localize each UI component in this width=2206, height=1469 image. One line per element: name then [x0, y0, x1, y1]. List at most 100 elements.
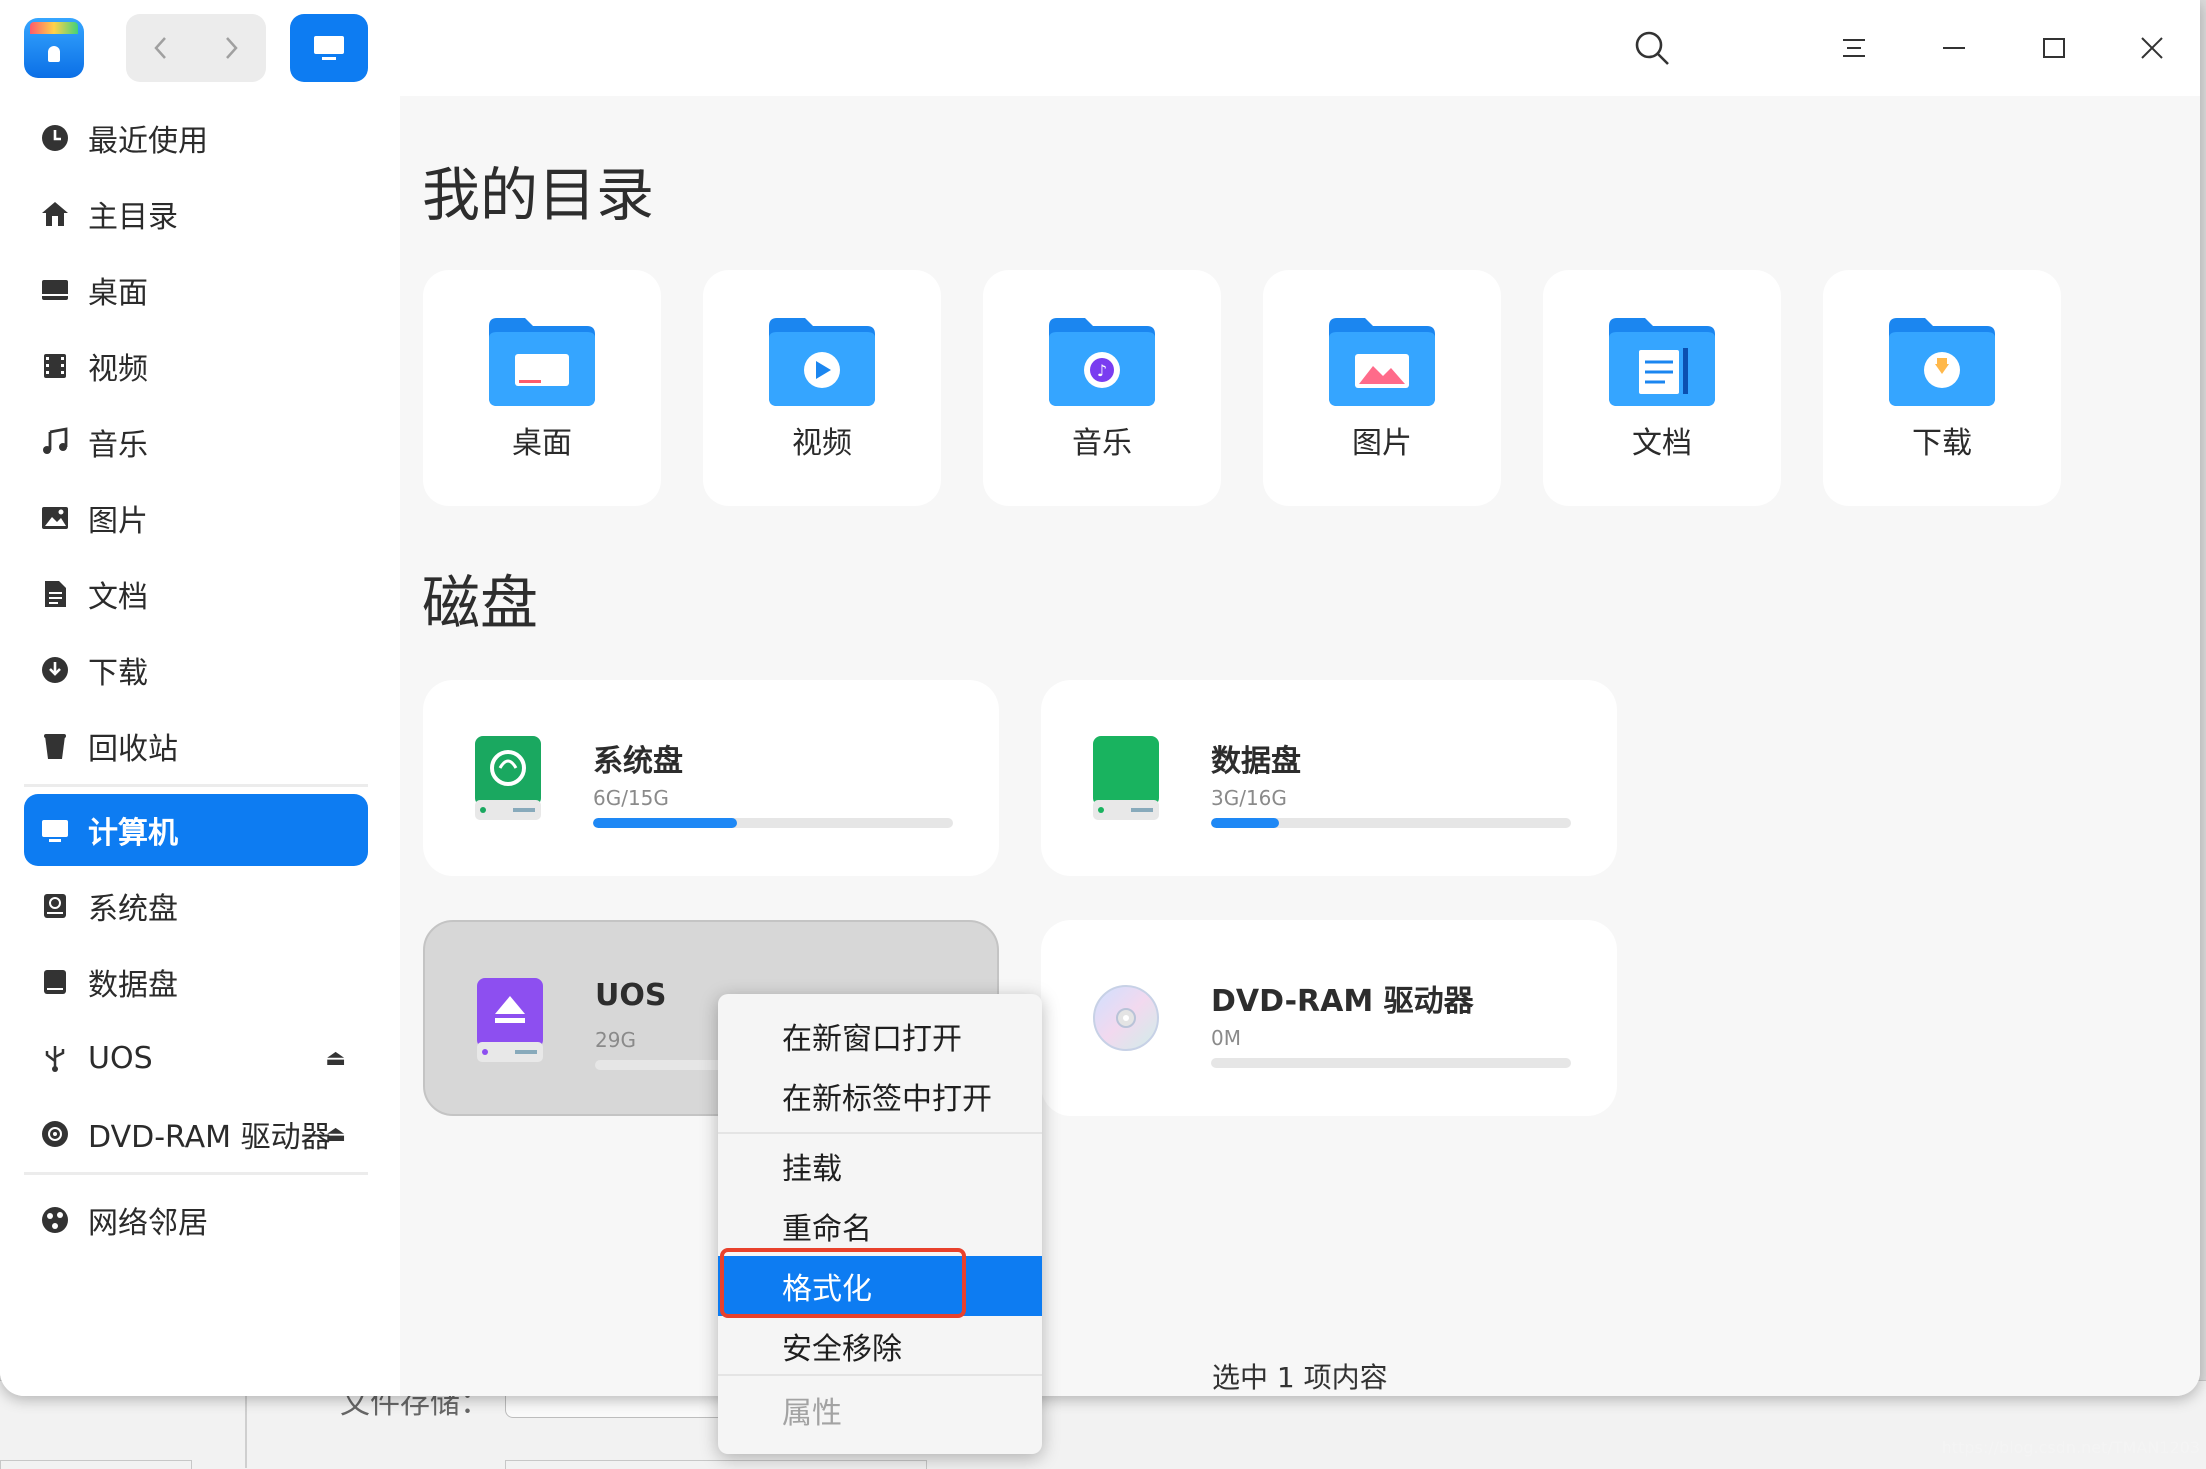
disk-card-system[interactable]: 系统盘 6G/15G [423, 680, 999, 876]
music-icon [38, 425, 72, 459]
folder-label: 文档 [1632, 426, 1692, 461]
disk-size: 0M [1211, 1026, 1241, 1050]
menu-icon[interactable] [1830, 24, 1878, 72]
sidebar-item-trash[interactable]: 回收站 [24, 710, 368, 782]
disk-size: 29G [595, 1028, 636, 1052]
svg-text:♪: ♪ [1097, 361, 1107, 380]
video-folder-icon [769, 318, 875, 406]
app-logo-icon [24, 18, 84, 78]
minimize-icon[interactable] [1930, 24, 1978, 72]
maximize-icon[interactable] [2030, 24, 2078, 72]
menu-item-open-new-window[interactable]: 在新窗口打开 [718, 1006, 1042, 1066]
sidebar-item-home[interactable]: 主目录 [24, 178, 368, 250]
search-icon[interactable] [1628, 24, 1676, 72]
data-disk-icon [1093, 736, 1159, 820]
sidebar-item-pictures[interactable]: 图片 [24, 482, 368, 554]
sidebar-item-label: 系统盘 [88, 892, 178, 927]
sidebar-item-recent[interactable]: 最近使用 [24, 102, 368, 174]
desktop-folder-icon [489, 318, 595, 406]
sidebar-item-desktop[interactable]: 桌面 [24, 254, 368, 326]
sidebar-item-downloads[interactable]: 下载 [24, 634, 368, 706]
disk-usage-bar [1211, 818, 1571, 828]
chevron-right-icon [226, 37, 238, 59]
disk-usage-bar [1211, 1058, 1571, 1068]
sidebar-item-network[interactable]: 网络邻居 [24, 1184, 368, 1256]
disk-card-dvd[interactable]: DVD-RAM 驱动器 0M [1041, 920, 1617, 1116]
usb-disk-icon [477, 978, 543, 1062]
menu-item-properties[interactable]: 属性 [718, 1380, 1042, 1440]
back-button[interactable] [126, 14, 196, 82]
menu-item-safely-remove[interactable]: 安全移除 [718, 1316, 1042, 1376]
eject-icon[interactable]: ⏏ [325, 1046, 346, 1071]
disk-icon [38, 965, 72, 999]
folder-label: 视频 [792, 426, 852, 461]
folder-card-pictures[interactable]: 图片 [1263, 270, 1501, 506]
sidebar-divider [24, 1172, 368, 1175]
breadcrumb-computer[interactable] [290, 14, 368, 82]
disk-size: 6G/15G [593, 786, 669, 810]
titlebar [0, 0, 2200, 96]
eject-icon[interactable]: ⏏ [325, 1122, 346, 1147]
video-icon [38, 349, 72, 383]
file-manager-window: 最近使用 主目录 桌面 视频 音乐 图片 文档 下载 回收站 计算机 系统盘 数… [0, 0, 2200, 1396]
folder-label: 音乐 [1072, 426, 1132, 461]
sidebar-item-label: 最近使用 [88, 124, 208, 159]
sidebar-item-label: 音乐 [88, 428, 148, 463]
nav-buttons [126, 14, 266, 82]
menu-separator [718, 1374, 1042, 1376]
watermark: https://blog.csdn.net/TMAN1203 [1941, 1438, 2200, 1457]
sidebar-item-data-disk[interactable]: 数据盘 [24, 946, 368, 1018]
folder-card-video[interactable]: 视频 [703, 270, 941, 506]
section-title-disks: 磁盘 [422, 569, 539, 637]
menu-item-label: 属性 [782, 1396, 842, 1431]
sidebar-item-documents[interactable]: 文档 [24, 558, 368, 630]
sidebar-item-video[interactable]: 视频 [24, 330, 368, 402]
menu-separator [718, 1132, 1042, 1134]
sidebar-item-label: 视频 [88, 352, 148, 387]
sidebar-item-label: DVD-RAM 驱动器 [88, 1120, 331, 1155]
folder-card-desktop[interactable]: 桌面 [423, 270, 661, 506]
picture-folder-icon [1329, 318, 1435, 406]
folder-label: 图片 [1352, 426, 1412, 461]
menu-item-label: 在新窗口打开 [782, 1022, 962, 1057]
disk-name: DVD-RAM 驱动器 [1211, 984, 1474, 1019]
menu-item-open-new-tab[interactable]: 在新标签中打开 [718, 1066, 1042, 1126]
sidebar-item-music[interactable]: 音乐 [24, 406, 368, 478]
folder-card-downloads[interactable]: 下载 [1823, 270, 2061, 506]
download-icon [38, 653, 72, 687]
disk-usage-fill [1211, 818, 1279, 828]
close-icon[interactable] [2128, 24, 2176, 72]
sidebar-item-label: 桌面 [88, 276, 148, 311]
disk-card-data[interactable]: 数据盘 3G/16G [1041, 680, 1617, 876]
sidebar-item-label: 计算机 [88, 816, 178, 851]
sidebar-item-uos[interactable]: UOS ⏏ [24, 1022, 368, 1094]
folder-label: 下载 [1912, 426, 1972, 461]
disk-usage-bar [593, 818, 953, 828]
menu-item-rename[interactable]: 重命名 [718, 1196, 1042, 1256]
disk-icon [38, 889, 72, 923]
music-folder-icon: ♪ [1049, 318, 1155, 406]
computer-icon [38, 813, 72, 847]
annotation-highlight-box [720, 1248, 966, 1318]
folder-card-documents[interactable]: 文档 [1543, 270, 1781, 506]
sidebar-item-dvd[interactable]: DVD-RAM 驱动器 ⏏ [24, 1098, 368, 1170]
folder-label: 桌面 [512, 426, 572, 461]
trash-icon [38, 729, 72, 763]
menu-item-label: 安全移除 [782, 1332, 902, 1367]
disk-name: 数据盘 [1211, 744, 1301, 779]
folder-card-music[interactable]: ♪ 音乐 [983, 270, 1221, 506]
optical-icon [38, 1117, 72, 1151]
sidebar-item-label: 主目录 [88, 200, 178, 235]
usb-icon [38, 1041, 72, 1075]
sidebar-item-system-disk[interactable]: 系统盘 [24, 870, 368, 942]
home-icon [38, 197, 72, 231]
sidebar-item-computer[interactable]: 计算机 [24, 794, 368, 866]
network-icon [38, 1203, 72, 1237]
menu-item-mount[interactable]: 挂载 [718, 1136, 1042, 1196]
sidebar-item-label: 文档 [88, 580, 148, 615]
sidebar-item-label: 图片 [88, 504, 148, 539]
sidebar-item-label: 网络邻居 [88, 1206, 208, 1241]
sidebar: 最近使用 主目录 桌面 视频 音乐 图片 文档 下载 回收站 计算机 系统盘 数… [0, 96, 400, 1396]
forward-button[interactable] [196, 14, 266, 82]
status-bar-text: 选中 1 项内容 [1212, 1361, 1388, 1394]
